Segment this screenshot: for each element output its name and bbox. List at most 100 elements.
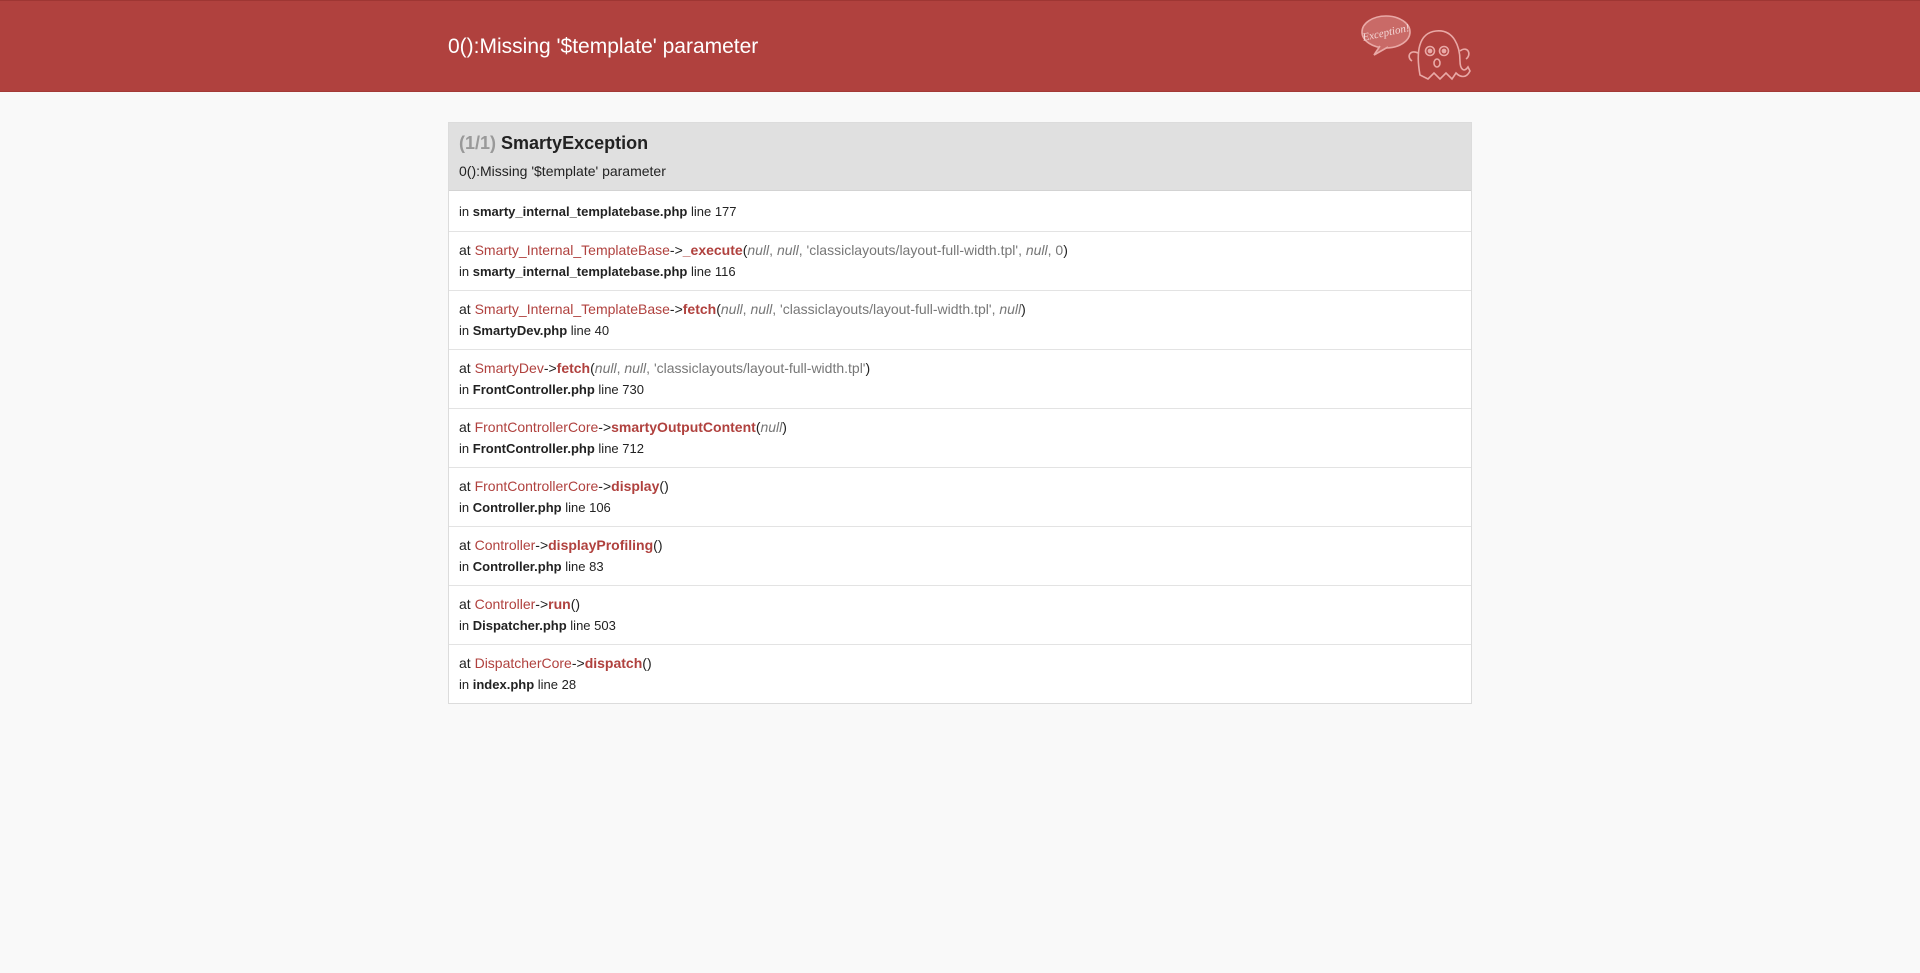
trace-file: index.php (472, 677, 535, 692)
trace-function[interactable]: display (611, 478, 659, 494)
trace-line-number: 83 (589, 559, 604, 574)
arg-separator: , (1018, 242, 1026, 258)
trace-class[interactable]: DispatcherCore (475, 655, 572, 671)
trace-call: at FrontControllerCore->display() (459, 476, 1461, 496)
arg-separator: , (769, 242, 777, 258)
at-label: at (459, 537, 471, 553)
line-label: line (598, 382, 619, 397)
header-inner: 0():Missing '$template' parameter Except… (448, 1, 1472, 91)
in-label: in (459, 441, 470, 456)
arrow: -> (598, 419, 612, 435)
arg-separator: , (772, 301, 781, 317)
at-label: at (459, 596, 471, 612)
trace-row: at Controller->run() in Dispatcher.php li… (449, 586, 1471, 645)
paren-close: ) (1021, 301, 1026, 317)
trace-line-number: 28 (561, 677, 577, 692)
trace-location: in FrontController.php line 712 (459, 439, 1461, 458)
arg-separator: , (646, 360, 654, 376)
trace-line-number: 503 (594, 618, 616, 633)
trace-row: at FrontControllerCore->display() in Cont… (449, 468, 1471, 527)
trace-arg: null (747, 242, 770, 258)
in-label: in (459, 618, 470, 633)
arrow: -> (543, 360, 557, 376)
trace-function[interactable]: smartyOutputContent (611, 419, 756, 435)
line-label: line (565, 559, 586, 574)
trace-arg: 'classiclayouts/layout-full-width.tpl' (653, 360, 866, 376)
trace-arg: null (750, 301, 773, 317)
trace-file: Controller.php (472, 559, 562, 574)
trace-class[interactable]: FrontControllerCore (475, 419, 599, 435)
in-label: in (459, 264, 470, 279)
exception-class: SmartyException (501, 133, 649, 153)
trace-class[interactable]: Smarty_Internal_TemplateBase (475, 301, 670, 317)
trace-class[interactable]: Controller (475, 537, 536, 553)
exception-panel: (1/1) SmartyException 0():Missing '$temp… (448, 122, 1472, 704)
trace-class[interactable]: FrontControllerCore (475, 478, 599, 494)
trace-function[interactable]: run (548, 596, 571, 612)
trace-origin-row: in smarty_internal_templatebase.php line… (449, 191, 1471, 232)
trace-arg: null (760, 419, 783, 435)
in-label: in (459, 677, 470, 692)
error-header: 0():Missing '$template' parameter Except… (0, 0, 1920, 92)
trace-location: in SmartyDev.php line 40 (459, 321, 1461, 340)
trace-call: at Smarty_Internal_TemplateBase->fetch(n… (459, 299, 1461, 319)
trace-location: in Controller.php line 83 (459, 557, 1461, 576)
paren-close: ) (646, 655, 652, 671)
at-label: at (459, 301, 471, 317)
trace-call: at DispatcherCore->dispatch() (459, 653, 1461, 673)
at-label: at (459, 655, 471, 671)
trace-function[interactable]: dispatch (585, 655, 643, 671)
trace-location: in index.php line 28 (459, 675, 1461, 694)
at-label: at (459, 360, 471, 376)
trace-function[interactable]: displayProfiling (548, 537, 653, 553)
trace-call: at SmartyDev->fetch(null, null, 'classic… (459, 358, 1461, 378)
trace-file: SmartyDev.php (472, 323, 568, 338)
trace-arg: null (999, 301, 1022, 317)
trace-call: at Smarty_Internal_TemplateBase->_execut… (459, 240, 1461, 260)
trace-row: at Smarty_Internal_TemplateBase->_execut… (449, 232, 1471, 291)
in-label: in (459, 323, 470, 338)
arg-separator: , (798, 242, 807, 258)
trace-arg: null (594, 360, 617, 376)
trace-line-number: 116 (714, 264, 736, 279)
trace-row: at SmartyDev->fetch(null, null, 'classic… (449, 350, 1471, 409)
trace-row: at Smarty_Internal_TemplateBase->fetch(n… (449, 291, 1471, 350)
trace-location: in FrontController.php line 730 (459, 380, 1461, 399)
trace-file: smarty_internal_templatebase.php (472, 264, 688, 279)
trace-class[interactable]: Smarty_Internal_TemplateBase (475, 242, 670, 258)
exception-count: (1/1) (459, 133, 497, 153)
trace-arg: null (776, 242, 799, 258)
trace-function[interactable]: _execute (683, 242, 743, 258)
trace-arg: null (624, 360, 647, 376)
exception-title: (1/1) SmartyException (459, 132, 1461, 154)
line-label: line (690, 264, 712, 279)
arrow: -> (669, 301, 683, 317)
trace-line-number: 177 (714, 204, 737, 219)
paren-close: ) (664, 478, 669, 494)
trace-line-number: 106 (589, 500, 611, 515)
trace-class[interactable]: Controller (475, 596, 536, 612)
trace-arg: 'classiclayouts/layout-full-width.tpl' (780, 301, 992, 317)
trace-class[interactable]: SmartyDev (475, 360, 544, 376)
paren-close: ) (657, 537, 663, 553)
at-label: at (459, 419, 471, 435)
line-label: line (570, 323, 592, 338)
trace-arg: null (1025, 242, 1048, 258)
trace-function[interactable]: fetch (683, 301, 716, 317)
line-label: line (537, 677, 559, 692)
paren-close: ) (1063, 242, 1068, 258)
line-label: line (565, 500, 586, 515)
trace-function[interactable]: fetch (557, 360, 590, 376)
trace-line-number: 40 (594, 323, 610, 338)
trace-row: at FrontControllerCore->smartyOutputCont… (449, 409, 1471, 468)
trace-file: FrontController.php (472, 441, 595, 456)
paren-close: ) (782, 419, 787, 435)
line-label: line (570, 618, 591, 633)
arrow: -> (669, 242, 683, 258)
in-label: in (459, 204, 470, 219)
stack-trace-list: at Smarty_Internal_TemplateBase->_execut… (449, 232, 1471, 703)
exception-message: 0():Missing '$template' parameter (459, 163, 666, 179)
in-label: in (459, 559, 470, 574)
line-label: line (690, 204, 712, 219)
at-label: at (459, 478, 471, 494)
